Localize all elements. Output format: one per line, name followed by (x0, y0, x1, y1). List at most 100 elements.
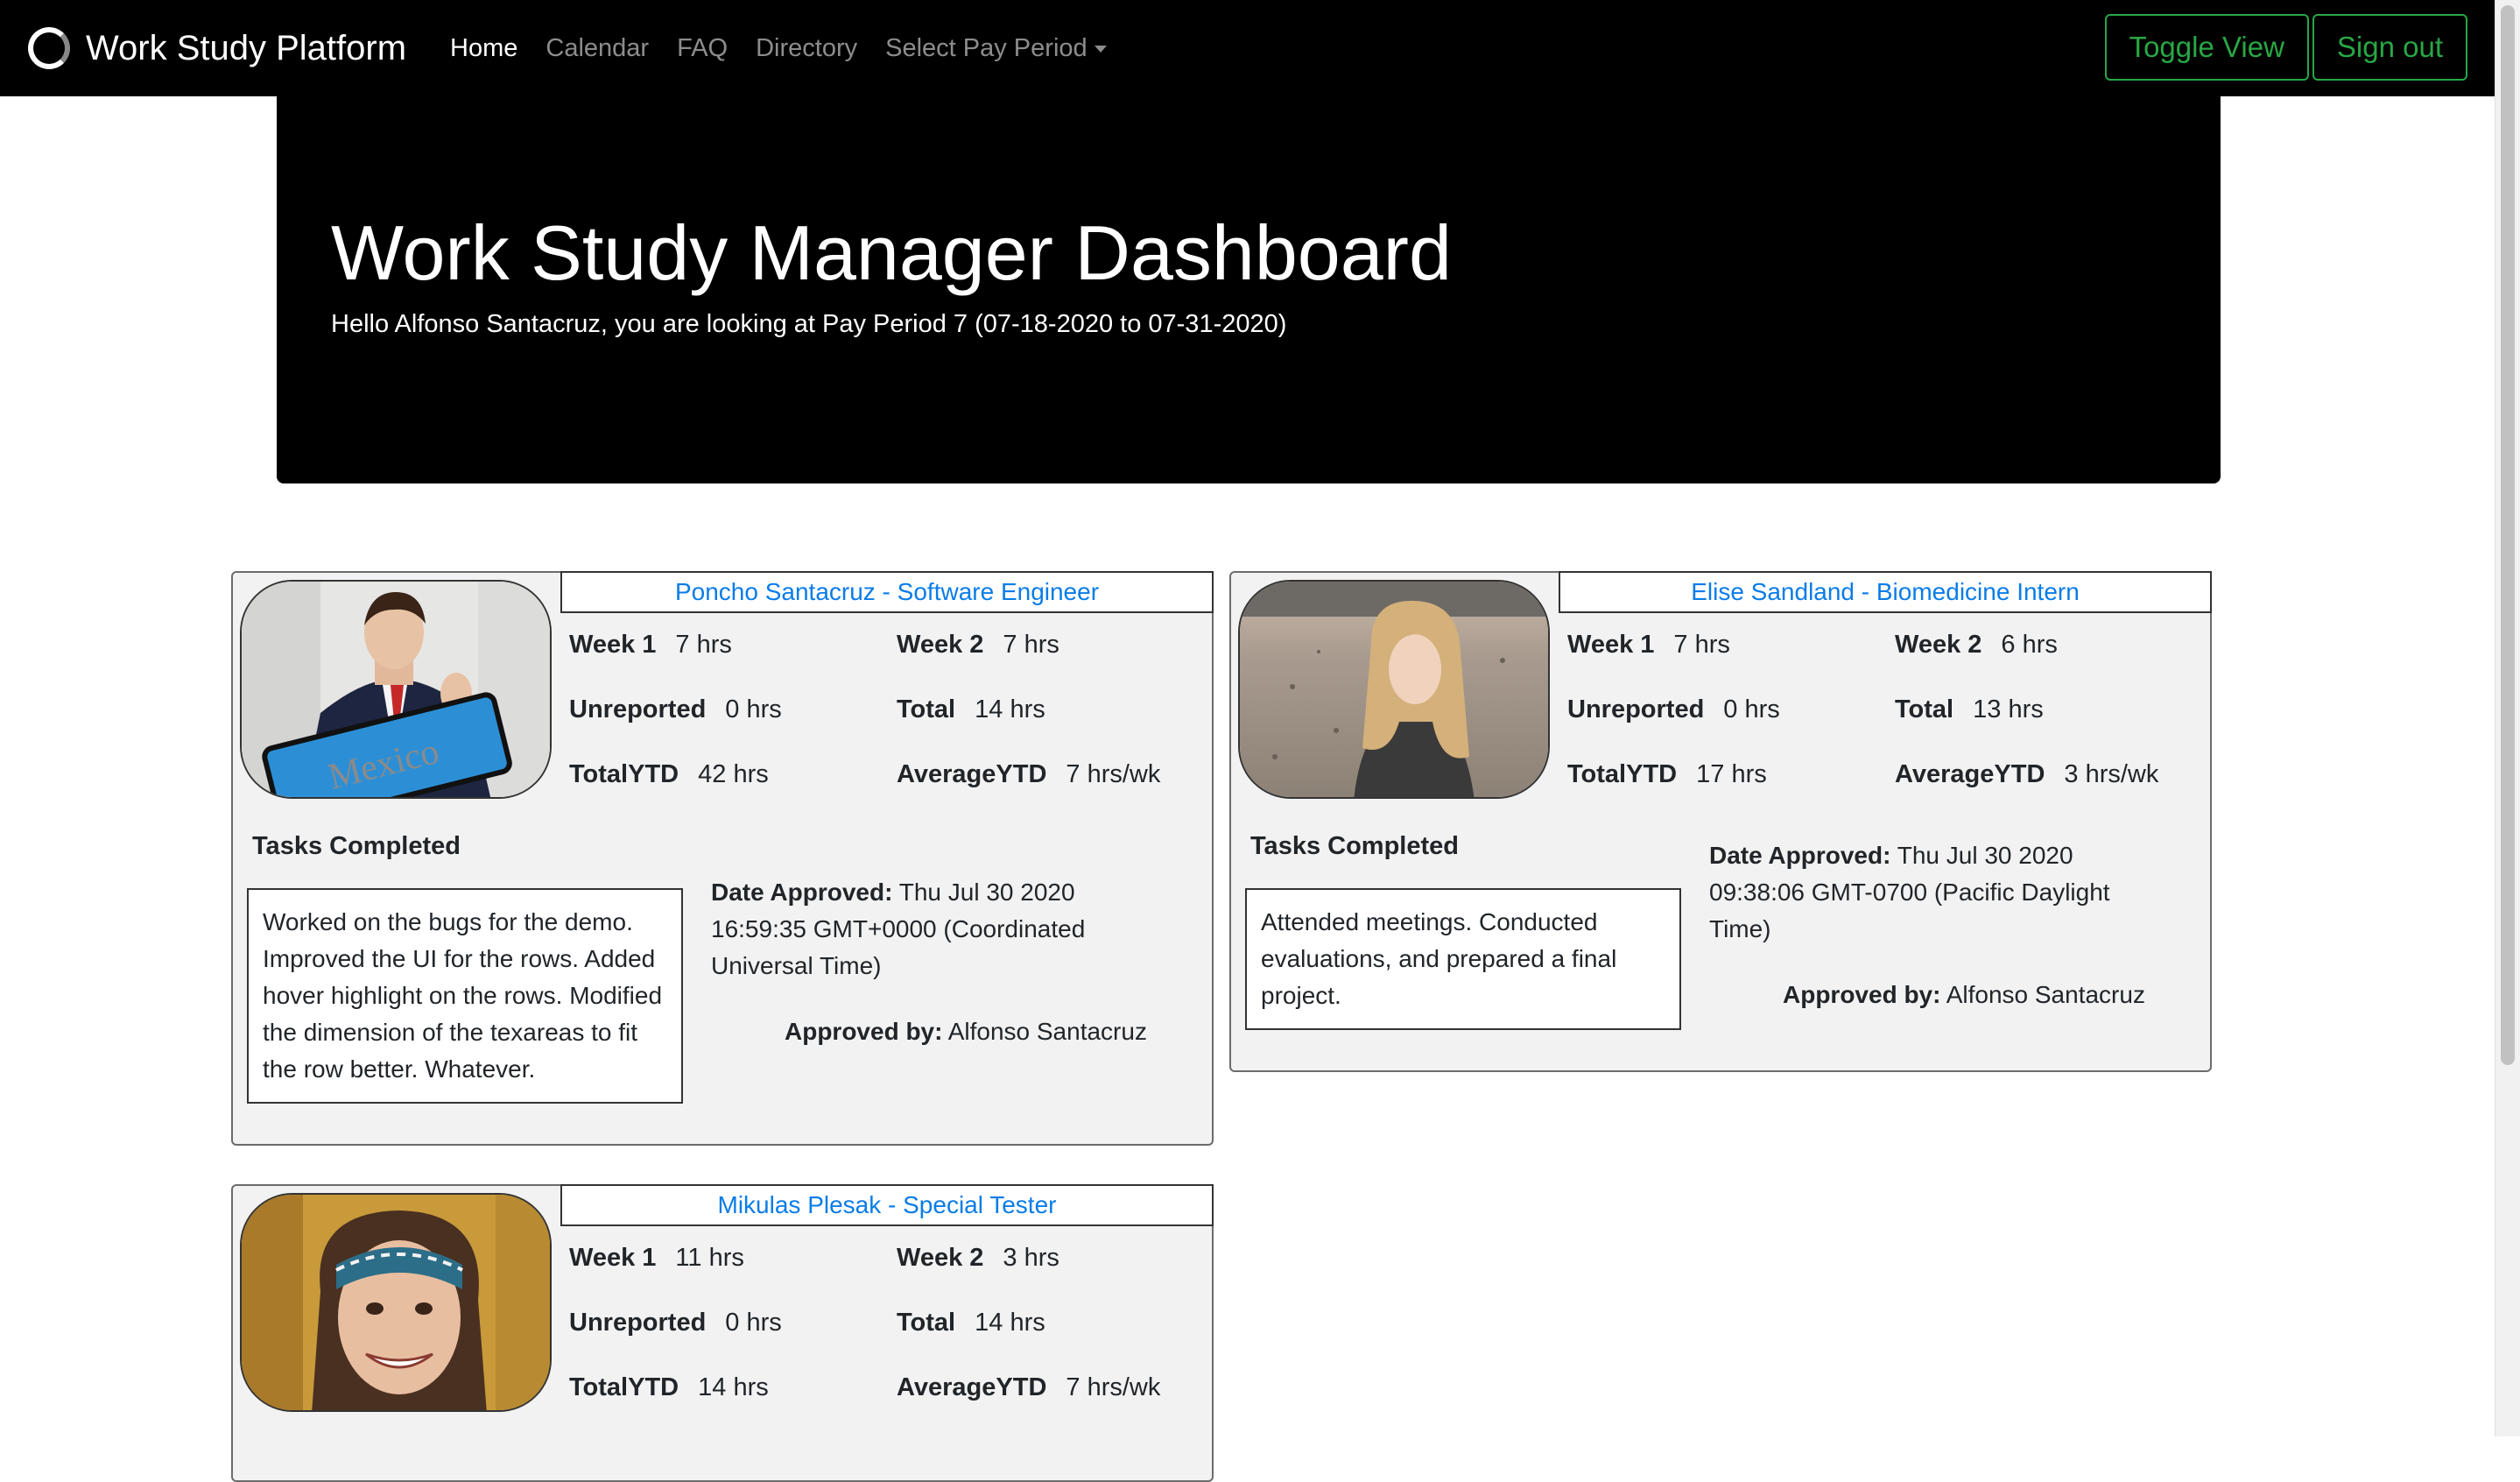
stat-value: 7 hrs (1003, 631, 1059, 659)
nav-calendar[interactable]: Calendar (546, 34, 649, 63)
stat-label: Week 2 (897, 1244, 984, 1272)
brand-logo-icon (28, 27, 70, 69)
nav-directory[interactable]: Directory (756, 34, 857, 63)
student-photo: Mexico (240, 580, 552, 799)
stat-total-ytd: TotalYTD 14 hrs (569, 1373, 769, 1402)
top-navbar: Work Study Platform Home Calendar FAQ Di… (0, 0, 2495, 96)
nav-home[interactable]: Home (450, 34, 517, 63)
stat-total-ytd: TotalYTD 17 hrs (1567, 760, 1767, 789)
stat-week1: Week 1 7 hrs (1567, 631, 1730, 660)
stat-unreported: Unreported 0 hrs (569, 1309, 782, 1337)
nav-actions: Toggle View Sign out (2101, 14, 2467, 81)
stat-average-ytd: AverageYTD 7 hrs/wk (897, 760, 1160, 789)
nav-faq[interactable]: FAQ (677, 34, 728, 63)
stat-label: TotalYTD (569, 760, 679, 788)
stat-average-ytd: AverageYTD 3 hrs/wk (1895, 760, 2158, 789)
stat-week2: Week 2 3 hrs (897, 1244, 1059, 1273)
student-photo (240, 1193, 552, 1412)
stat-label: AverageYTD (1895, 760, 2045, 788)
stat-week2: Week 2 7 hrs (897, 631, 1059, 660)
stat-label: AverageYTD (897, 1373, 1047, 1401)
student-name-link[interactable]: Mikulas Plesak - Special Tester (718, 1191, 1057, 1219)
stat-total: Total 14 hrs (897, 695, 1045, 724)
approved-by-value: Alfonso Santacruz (947, 1018, 1147, 1045)
stat-value: 17 hrs (1696, 760, 1767, 788)
stat-total: Total 14 hrs (897, 1309, 1045, 1337)
stat-label: Total (897, 1309, 956, 1337)
scrollbar-thumb[interactable] (2501, 5, 2515, 1065)
stat-label: Total (1895, 695, 1954, 723)
stat-value: 3 hrs (1003, 1244, 1059, 1272)
stat-week1: Week 1 11 hrs (569, 1244, 744, 1273)
stat-value: 11 hrs (675, 1244, 744, 1272)
approved-by: Approved by: Alfonso Santacruz (785, 1018, 1147, 1046)
student-card: Mikulas Plesak - Special Tester Week 1 11… (231, 1184, 1214, 1482)
stat-value: 14 hrs (698, 1373, 769, 1401)
date-approved-label: Date Approved: (1709, 842, 1891, 869)
stat-value: 0 hrs (725, 1309, 782, 1337)
student-name-link[interactable]: Elise Sandland - Biomedicine Intern (1691, 578, 2080, 606)
stat-label: Week 2 (1895, 631, 1982, 659)
stat-label: Unreported (569, 695, 707, 723)
approved-by: Approved by: Alfonso Santacruz (1783, 981, 2145, 1009)
stat-value: 13 hrs (1973, 695, 2044, 723)
stat-week1: Week 1 7 hrs (569, 631, 732, 660)
stat-value: 14 hrs (975, 695, 1045, 723)
stat-total-ytd: TotalYTD 42 hrs (569, 760, 769, 789)
stat-label: Week 1 (569, 1244, 657, 1272)
stat-label: Total (897, 695, 956, 723)
stat-label: Week 2 (897, 631, 984, 659)
student-name-header: Poncho Santacruz - Software Engineer (560, 571, 1214, 613)
student-name-header: Mikulas Plesak - Special Tester (560, 1184, 1214, 1226)
pay-period-label: Select Pay Period (885, 33, 1088, 62)
stat-value: 6 hrs (2001, 631, 2058, 659)
pay-period-greeting: Hello Alfonso Santacruz, you are looking… (331, 310, 1287, 338)
stat-label: Week 1 (1567, 631, 1655, 659)
nav-links: Home Calendar FAQ Directory Select Pay P… (450, 34, 1135, 63)
student-card: Mexico Poncho Santacruz - Software Engin… (231, 571, 1214, 1146)
stat-value: 7 hrs (675, 631, 732, 659)
stat-average-ytd: AverageYTD 7 hrs/wk (897, 1373, 1160, 1402)
brand-name: Work Study Platform (86, 28, 407, 67)
brand-link[interactable]: Work Study Platform (28, 27, 406, 69)
stat-value: 0 hrs (725, 695, 782, 723)
date-approved: Date Approved: Thu Jul 30 2020 16:59:35 … (711, 874, 1166, 984)
student-photo-image: Mexico (242, 582, 550, 797)
stat-value: 42 hrs (698, 760, 769, 788)
stat-label: TotalYTD (1567, 760, 1678, 788)
student-photo-image (1240, 582, 1548, 797)
caret-down-icon (1094, 45, 1107, 53)
stat-label: TotalYTD (569, 1373, 679, 1401)
stat-label: Week 1 (569, 631, 657, 659)
stat-label: AverageYTD (897, 760, 1047, 788)
stat-value: 0 hrs (1723, 695, 1780, 723)
stat-value: 7 hrs/wk (1066, 760, 1161, 788)
stat-value: 14 hrs (975, 1309, 1045, 1337)
stat-label: Unreported (569, 1309, 707, 1337)
dashboard-header: Work Study Manager Dashboard Hello Alfon… (277, 96, 2221, 483)
student-name-header: Elise Sandland - Biomedicine Intern (1559, 571, 2212, 613)
stat-unreported: Unreported 0 hrs (1567, 695, 1780, 724)
stat-total: Total 13 hrs (1895, 695, 2044, 724)
date-approved: Date Approved: Thu Jul 30 2020 09:38:06 … (1709, 837, 2165, 948)
tasks-textarea[interactable]: Attended meetings. Conducted evaluations… (1245, 888, 1681, 1030)
student-photo-image (242, 1195, 550, 1410)
tasks-completed-label: Tasks Completed (1250, 832, 1459, 860)
pay-period-dropdown[interactable]: Select Pay Period (885, 34, 1107, 63)
page-title: Work Study Manager Dashboard (331, 209, 1452, 296)
stat-label: Unreported (1567, 695, 1705, 723)
approved-by-label: Approved by: (785, 1018, 943, 1045)
approved-by-value: Alfonso Santacruz (1946, 981, 2145, 1008)
page-scrollbar[interactable] (2495, 0, 2520, 1436)
sign-out-button[interactable]: Sign out (2312, 14, 2467, 81)
tasks-textarea[interactable]: Worked on the bugs for the demo. Improve… (247, 888, 683, 1104)
approved-by-label: Approved by: (1783, 981, 1941, 1008)
student-card: Elise Sandland - Biomedicine Intern Week… (1229, 571, 2212, 1072)
stat-unreported: Unreported 0 hrs (569, 695, 782, 724)
student-name-link[interactable]: Poncho Santacruz - Software Engineer (675, 578, 1099, 606)
toggle-view-button[interactable]: Toggle View (2104, 14, 2309, 81)
stat-value: 7 hrs/wk (1066, 1373, 1161, 1401)
stat-value: 3 hrs/wk (2064, 760, 2159, 788)
stat-week2: Week 2 6 hrs (1895, 631, 2058, 660)
student-photo (1238, 580, 1550, 799)
